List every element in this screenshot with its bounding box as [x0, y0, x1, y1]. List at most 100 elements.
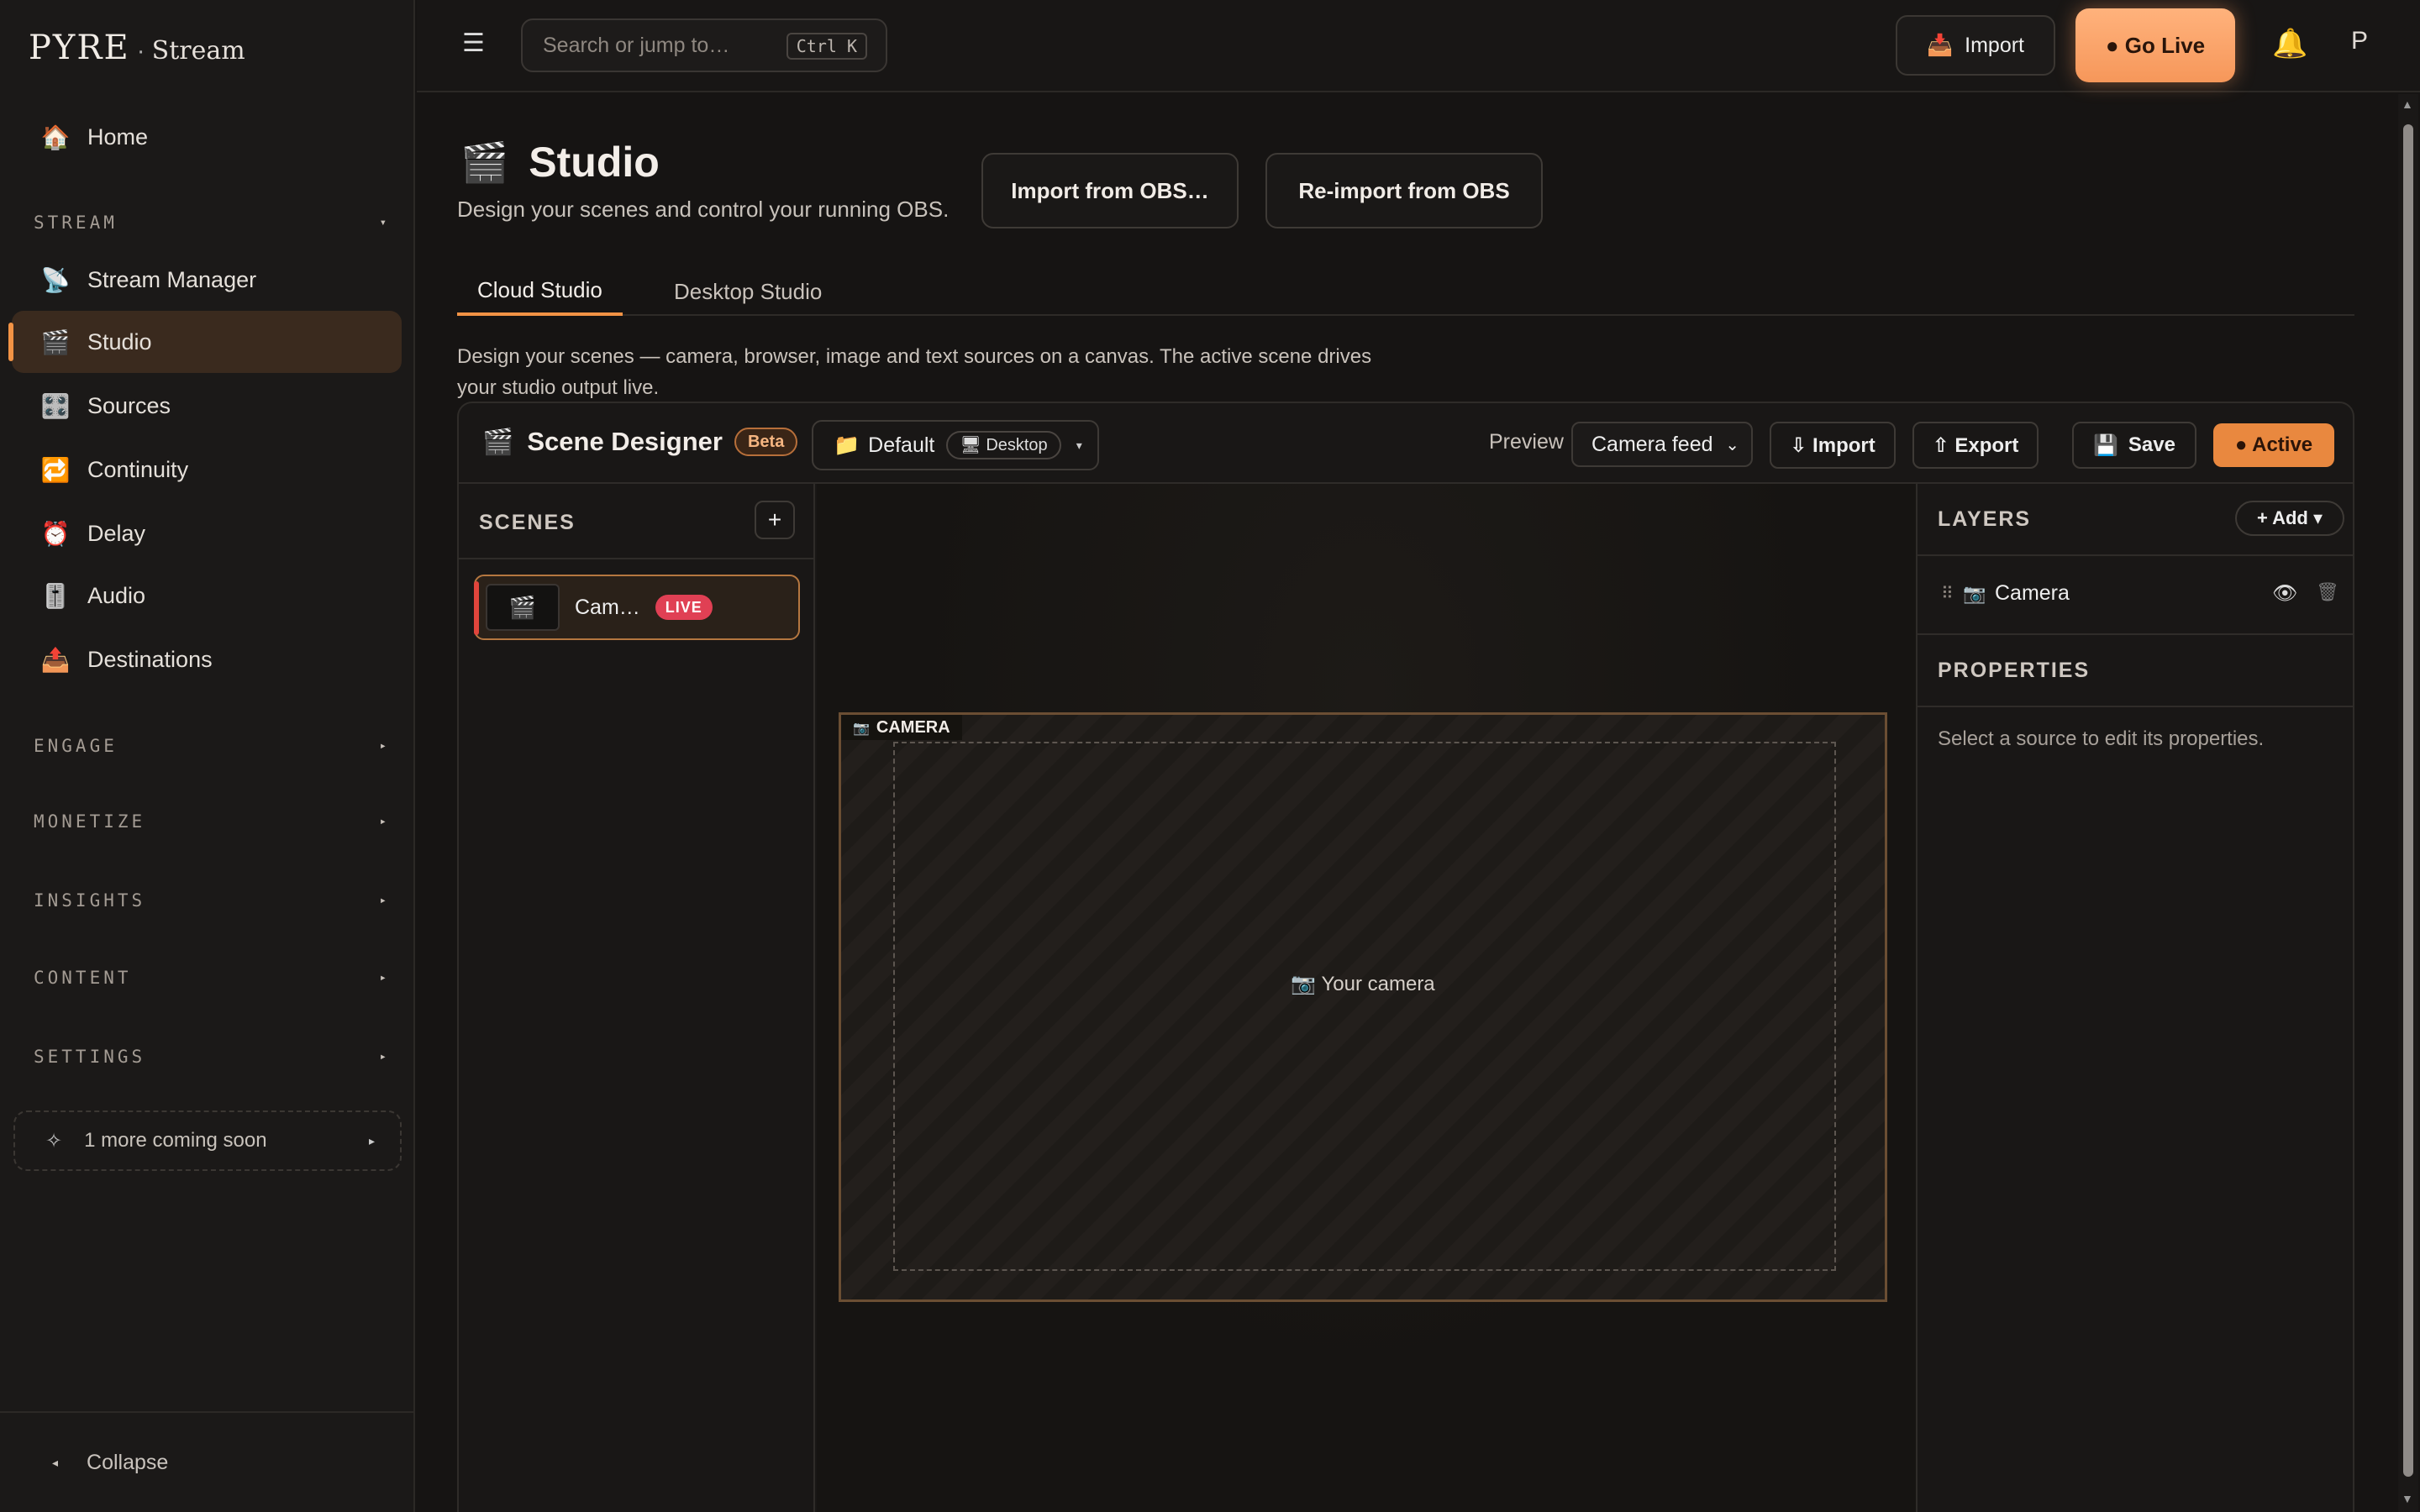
topbar: ☰ Search or jump to… Ctrl K 📥 Import ● G…	[417, 0, 2420, 92]
save-label: Save	[2128, 433, 2175, 456]
camera-label-text: CAMERA	[876, 718, 950, 737]
import-scene-button[interactable]: ⇩ Import	[1770, 422, 1896, 469]
properties-hint: Select a source to edit its properties.	[1938, 727, 2265, 750]
avatar[interactable]: P	[2351, 27, 2368, 55]
save-button[interactable]: 💾 Save	[2072, 422, 2196, 469]
layer-row[interactable]: ⠿ 📷 Camera 👁 🗑	[1918, 556, 2354, 635]
go-live-button[interactable]: ● Go Live	[2075, 8, 2235, 82]
search-input[interactable]: Search or jump to… Ctrl K	[521, 18, 887, 72]
scene-designer: 🎬 Scene Designer Beta 📁 Default 🖥 Deskto…	[457, 402, 2354, 1512]
camera-source-frame[interactable]: 📷 CAMERA 📷 Your camera	[839, 712, 1887, 1302]
page-subtitle: Design your scenes and control your runn…	[457, 197, 950, 222]
page-header: 🎬 Studio	[460, 138, 660, 186]
layers-panel: LAYERS + Add ▾ ⠿ 📷 Camera 👁 🗑 PROPERTIES…	[1916, 484, 2354, 1512]
section-label: STREAM	[34, 213, 118, 233]
export-scene-button[interactable]: ⇧ Export	[1912, 422, 2039, 469]
scrollbar-thumb[interactable]	[2403, 124, 2413, 1477]
control-knobs-icon: 🎛️	[40, 392, 71, 419]
section-content[interactable]: CONTENT ▸	[34, 961, 387, 995]
sidebar-item-label: Studio	[87, 328, 152, 354]
sidebar-item-audio[interactable]: 🎚️ Audio	[12, 564, 402, 627]
sidebar-item-label: Delay	[87, 520, 146, 546]
camera-icon: 📷	[1291, 973, 1317, 995]
sidebar-item-destinations[interactable]: 📤 Destinations	[12, 628, 402, 690]
sidebar-item-stream-manager[interactable]: 📡 Stream Manager	[12, 249, 402, 311]
studio-tabs: Cloud Studio Desktop Studio	[457, 267, 2354, 316]
sidebar: PYRE · Stream 🏠 Home STREAM ▾ 📡 Stream M…	[0, 0, 415, 1512]
section-label: SETTINGS	[34, 1047, 146, 1067]
tab-cloud-studio[interactable]: Cloud Studio	[457, 267, 623, 316]
section-monetize[interactable]: MONETIZE ▸	[34, 805, 387, 838]
layer-name: Camera	[1995, 581, 2070, 605]
logo-wordmark: PYRE	[29, 29, 130, 67]
chevron-down-icon: ▾	[379, 216, 387, 229]
brand-logo[interactable]: PYRE · Stream	[29, 29, 245, 79]
eye-icon[interactable]: 👁	[2272, 581, 2297, 606]
sidebar-item-home[interactable]: 🏠 Home	[12, 106, 402, 168]
target-badge: 🖥 Desktop	[946, 431, 1061, 459]
chevron-left-icon: ◂	[52, 1455, 59, 1469]
target-label: Desktop	[986, 436, 1048, 454]
scenes-panel: SCENES + 🎬 Cam… LIVE	[459, 484, 815, 1512]
home-icon: 🏠	[40, 123, 71, 150]
section-settings[interactable]: SETTINGS ▸	[34, 1040, 387, 1074]
collapse-label: Collapse	[87, 1450, 169, 1474]
sidebar-item-delay[interactable]: ⏰ Delay	[12, 502, 402, 564]
chevron-right-icon: ▸	[368, 1133, 375, 1147]
page-scrollbar[interactable]: ▲ ▼	[2398, 94, 2418, 1512]
import-label: Import	[1965, 33, 2024, 57]
import-button[interactable]: 📥 Import	[1896, 15, 2055, 76]
reimport-from-obs-button[interactable]: Re-import from OBS	[1265, 153, 1543, 228]
sidebar-item-label: Stream Manager	[87, 266, 257, 292]
section-label: ENGAGE	[34, 736, 118, 756]
trash-icon[interactable]: 🗑	[2316, 581, 2339, 603]
bell-icon[interactable]: 🔔	[2272, 27, 2307, 60]
tab-desktop-studio[interactable]: Desktop Studio	[654, 267, 842, 316]
menu-icon[interactable]: ☰	[462, 29, 485, 58]
active-scene-button[interactable]: ● Active	[2213, 423, 2334, 467]
section-stream[interactable]: STREAM ▾	[34, 206, 387, 239]
sidebar-item-studio[interactable]: 🎬 Studio	[8, 311, 402, 373]
scroll-down-icon[interactable]: ▼	[2402, 1492, 2413, 1505]
section-label: CONTENT	[34, 968, 132, 988]
section-insights[interactable]: INSIGHTS ▸	[34, 884, 387, 917]
chevron-down-icon: ▾	[1076, 438, 1082, 452]
preview-select[interactable]: Camera feed ⌄	[1571, 422, 1753, 467]
sidebar-item-sources[interactable]: 🎛️ Sources	[12, 375, 402, 437]
scene-thumbnail: 🎬	[486, 584, 560, 631]
drag-handle-icon[interactable]: ⠿	[1941, 583, 1954, 604]
designer-title-text: Scene Designer	[527, 427, 723, 456]
folder-icon: 📁	[834, 433, 860, 457]
preview-value: Camera feed	[1591, 432, 1713, 456]
add-layer-button[interactable]: + Add ▾	[2235, 501, 2344, 536]
section-label: INSIGHTS	[34, 890, 146, 911]
sparkle-icon: ✧	[45, 1129, 63, 1152]
scroll-up-icon[interactable]: ▲	[2402, 97, 2413, 111]
add-scene-button[interactable]: +	[755, 501, 795, 539]
sidebar-item-label: Home	[87, 123, 149, 150]
layers-title: LAYERS	[1938, 507, 2032, 531]
camera-icon: 📷	[853, 722, 870, 736]
properties-title: PROPERTIES	[1938, 659, 2091, 682]
clapperboard-icon: 🎬	[482, 428, 514, 456]
scene-collection-selector[interactable]: 📁 Default 🖥 Desktop ▾	[812, 420, 1099, 470]
chevron-right-icon: ▸	[379, 739, 387, 753]
repeat-icon: 🔁	[40, 456, 71, 483]
tab-description: Design your scenes — camera, browser, im…	[457, 345, 1372, 399]
collapse-sidebar-button[interactable]: ◂ Collapse	[0, 1411, 413, 1512]
scene-list-item[interactable]: 🎬 Cam… LIVE	[474, 575, 800, 640]
scene-canvas[interactable]: 📷 CAMERA 📷 Your camera	[817, 484, 1916, 1512]
sidebar-item-continuity[interactable]: 🔁 Continuity	[12, 438, 402, 501]
logo-separator: ·	[136, 37, 145, 65]
import-from-obs-button[interactable]: Import from OBS…	[981, 153, 1239, 228]
coming-soon-item[interactable]: ✧ 1 more coming soon ▸	[13, 1110, 402, 1171]
clapperboard-icon: 🎬	[508, 594, 537, 620]
coming-soon-label: 1 more coming soon	[84, 1129, 267, 1152]
section-engage[interactable]: ENGAGE ▸	[34, 729, 387, 763]
desktop-icon: 🖥	[960, 436, 981, 454]
camera-placeholder: 📷 Your camera	[841, 972, 1885, 996]
clapperboard-icon: 🎬	[40, 328, 71, 355]
chevron-right-icon: ▸	[379, 894, 387, 907]
section-label: MONETIZE	[34, 811, 146, 832]
sidebar-item-label: Continuity	[87, 456, 189, 482]
